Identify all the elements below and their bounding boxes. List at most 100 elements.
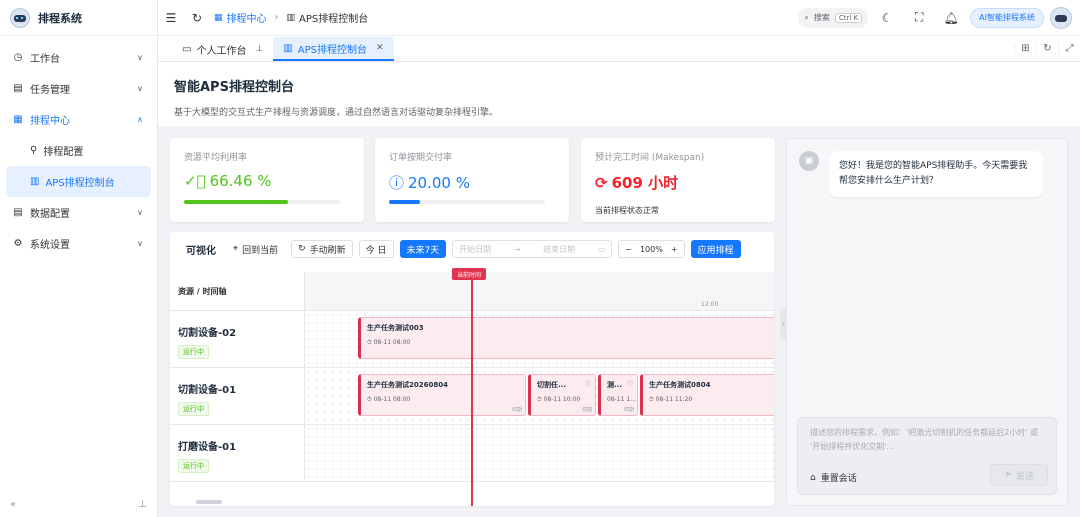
app-logo-row: 排程系统 — [0, 0, 157, 36]
send-button[interactable]: ➤ 发送 — [990, 464, 1048, 486]
bell-icon[interactable]: 🔔︎ — [938, 5, 964, 31]
gantt-lane: 生产任务测试003 ⏱ 08-11 08:00 — [305, 311, 774, 368]
close-icon[interactable]: ✕ — [376, 43, 384, 53]
console-icon: ▥ — [283, 42, 293, 54]
search-icon: ⌕ — [804, 12, 809, 22]
collapse-panel-handle[interactable]: › — [780, 309, 787, 339]
info-icon: ⓘ — [584, 381, 591, 388]
task-time-value: 08-11 10:00 — [543, 396, 581, 403]
breadcrumb: ▦ 排程中心 › ▥ APS排程控制台 — [214, 10, 368, 25]
refresh-icon[interactable]: ↻ — [1036, 42, 1058, 54]
task-bar[interactable]: 生产任务测试20260804 ⏱ 08-11 08:00 切割 — [358, 374, 526, 416]
task-bar[interactable]: ⓘ 测... 08-11 1... 切割 — [598, 374, 638, 416]
chat-input-placeholder[interactable]: 描述您的排程需求，例如：'把激光切割机的任务都延后2小时' 或 '开始排程并优化… — [810, 426, 1044, 454]
menu-toggle-icon[interactable]: ☰ — [158, 5, 184, 31]
utilization-progress-fill — [184, 200, 288, 204]
tab-personal-workbench[interactable]: ▭ 个人工作台 ⊥ — [172, 37, 273, 61]
monitor-icon: ▭ — [182, 43, 192, 55]
chevron-down-icon: ∨ — [137, 84, 143, 93]
sync-icon: ⟳ — [595, 173, 608, 192]
status-badge: 运行中 — [178, 402, 209, 416]
zoom-out-button[interactable]: − — [625, 245, 632, 254]
robot-logo-icon — [10, 7, 30, 28]
today-button[interactable]: 今 日 — [358, 240, 394, 258]
sidebar-footer: « ⊥ — [0, 491, 157, 517]
breadcrumb-item[interactable]: 排程中心 — [227, 10, 267, 25]
main-content: 资源平均利用率 ✓⃝ 66.46 % 订单按期交付率 ⓘ 20.00 % 预计完… — [158, 126, 1080, 517]
task-name: 生产任务测试20260804 — [367, 381, 448, 389]
sidebar-item-label: 排程中心 — [30, 116, 70, 127]
task-tag: 切割 — [581, 407, 592, 413]
task-bar[interactable]: 生产任务测试003 ⏱ 08-11 08:00 — [358, 317, 774, 359]
end-date-input[interactable]: 结束日期 — [543, 244, 575, 255]
next-7-days-button[interactable]: 未来7天 — [399, 240, 447, 258]
back-to-now-button[interactable]: ⌖ 回到当前 — [226, 240, 285, 258]
expand-icon[interactable]: ⤢ — [1058, 42, 1080, 54]
chevron-right-icon: › — [274, 12, 279, 23]
start-date-input[interactable]: 开始日期 — [459, 244, 491, 255]
bot-avatar-icon: ▣ — [799, 151, 819, 171]
gantt-lane — [305, 425, 774, 482]
task-time: ⏱ 08-11 11:20 — [649, 396, 693, 403]
gantt-grid: 资源 / 时间轴 12:00 切割设备-02 运行中 生产任务测试003 ⏱ 0… — [170, 268, 774, 506]
chevron-up-icon: ∧ — [137, 115, 143, 124]
task-bar[interactable]: ⓘ 切割任... ⏱ 08-11 10:00 切割 — [528, 374, 596, 416]
sidebar-subitem-schedule-config[interactable]: ⚲ 排程配置 — [0, 135, 157, 166]
tab-bar: ▭ 个人工作台 ⊥ ▥ APS排程控制台 ✕ ⊞ ↻ ⤢ — [158, 36, 1080, 62]
gantt-lane: 生产任务测试20260804 ⏱ 08-11 08:00 切割 ⓘ 切割任...… — [305, 368, 774, 425]
schedule-icon: ▦ — [214, 12, 223, 23]
collapse-sidebar-icon[interactable]: « — [10, 499, 16, 510]
apply-schedule-button[interactable]: 应用排程 — [690, 240, 741, 258]
ai-scheduling-button[interactable]: AI智能排程系统 — [970, 7, 1044, 28]
task-tag: 切割 — [623, 407, 634, 413]
sidebar-item-schedule-center[interactable]: ▦ 排程中心 ∧ — [0, 104, 157, 135]
manual-refresh-button[interactable]: ↻ 手动刷新 — [291, 240, 353, 258]
chevron-down-icon: ∨ — [137, 239, 143, 248]
sidebar-item-workbench[interactable]: ◷ 工作台 ∨ — [0, 42, 157, 73]
sidebar-item-tasks[interactable]: ▤ 任务管理 ∨ — [0, 73, 157, 104]
kpi-label: 资源平均利用率 — [184, 153, 248, 163]
reset-session-button[interactable]: ⌂ 重置会话 — [810, 471, 857, 485]
pin-icon[interactable]: ⊥ — [255, 44, 263, 54]
data-icon: ▤ — [13, 207, 23, 218]
sidebar-item-system-settings[interactable]: ⚙ 系统设置 ∨ — [0, 228, 157, 259]
task-time-value: 08-11 08:00 — [373, 396, 411, 403]
resource-name: 打磨设备-01 — [178, 442, 237, 453]
kpi-value-row: ⓘ 20.00 % — [389, 172, 555, 193]
dark-mode-icon[interactable]: ☾ — [874, 5, 900, 31]
breadcrumb-item: APS排程控制台 — [299, 14, 369, 25]
zoom-level: 100% — [639, 244, 663, 254]
refresh-icon: ↻ — [298, 244, 306, 254]
top-header: ☰ ↻ ▦ 排程中心 › ▥ APS排程控制台 ⌕ 搜索 Ctrl K ☾ ⛶ … — [158, 0, 1080, 36]
resource-row: 打磨设备-01 运行中 — [170, 425, 305, 482]
avatar[interactable] — [1050, 6, 1072, 29]
fullscreen-icon[interactable]: ⛶ — [906, 5, 932, 31]
chat-input-box[interactable]: 描述您的排程需求，例如：'把激光切割机的任务都延后2小时' 或 '开始排程并优化… — [797, 417, 1057, 495]
sidebar-subitem-aps-console[interactable]: ▥ APS排程控制台 — [6, 166, 151, 197]
sidebar-subitem-label: 排程配置 — [43, 147, 84, 158]
task-bar[interactable]: 生产任务测试0804 ⏱ 08-11 11:20 — [640, 374, 774, 416]
refresh-icon[interactable]: ↻ — [184, 5, 210, 31]
current-time-label: 当前时间 — [452, 268, 487, 280]
horizontal-scrollbar[interactable] — [196, 500, 222, 504]
tab-aps-console[interactable]: ▥ APS排程控制台 ✕ — [273, 37, 394, 61]
gantt-title: 可视化 — [186, 245, 216, 257]
resource-row: 切割设备-01 运行中 — [170, 368, 305, 425]
date-range-picker[interactable]: 开始日期 → 结束日期 ▭ — [452, 240, 613, 258]
gear-icon: ⚙ — [13, 238, 23, 249]
page-description: 基于大模型的交互式生产排程与资源调度，通过自然语言对话驱动复杂排程引擎。 — [174, 108, 499, 118]
task-time: ⏱ 08-11 08:00 — [367, 396, 411, 403]
current-time-line — [471, 272, 473, 506]
console-icon: ▥ — [30, 176, 40, 187]
send-icon: ➤ — [1004, 470, 1012, 480]
resource-column-header: 资源 / 时间轴 — [170, 272, 305, 311]
resource-name: 切割设备-02 — [178, 328, 237, 339]
zoom-in-button[interactable]: + — [671, 245, 678, 254]
sidebar-item-data-config[interactable]: ▤ 数据配置 ∨ — [0, 197, 157, 228]
global-search[interactable]: ⌕ 搜索 Ctrl K — [798, 7, 869, 28]
grid-icon[interactable]: ⊞ — [1014, 42, 1036, 54]
kpi-value-row: ⟳ 609 小时 — [595, 172, 761, 193]
header-actions: ⌕ 搜索 Ctrl K ☾ ⛶ 🔔︎ AI智能排程系统 — [798, 5, 1080, 31]
pin-icon[interactable]: ⊥ — [138, 499, 147, 510]
kpi-value-row: ✓⃝ 66.46 % — [184, 172, 350, 190]
